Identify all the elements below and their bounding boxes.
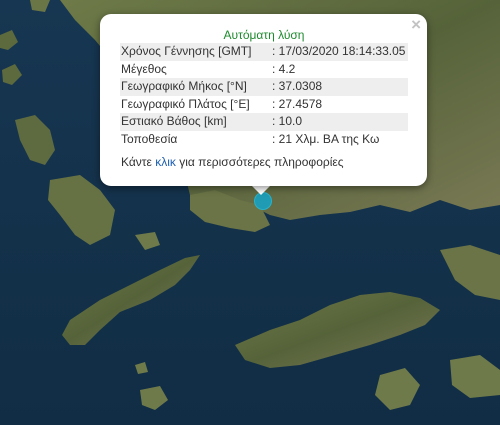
earthquake-info-popup: × Αυτόματη λύση Χρόνος Γέννησης [GMT] : … xyxy=(100,14,427,186)
info-value: : 27.4578 xyxy=(272,96,323,111)
info-value: : 4.2 xyxy=(272,61,296,76)
info-label: Τοποθεσία xyxy=(121,131,178,146)
info-row-depth: Εστιακό Βάθος [km] : 10.0 xyxy=(120,113,408,131)
info-label: Γεωγραφικό Πλάτος [°E] xyxy=(121,96,250,111)
close-icon[interactable]: × xyxy=(411,16,421,34)
info-row-latitude: Γεωγραφικό Πλάτος [°E] : 27.4578 xyxy=(120,96,408,114)
info-row-magnitude: Μέγεθος : 4.2 xyxy=(120,61,408,79)
info-value: : 37.0308 xyxy=(271,78,408,96)
more-info-suffix: για περισσότερες πληροφορίες xyxy=(175,155,344,169)
info-value: : 17/03/2020 18:14:33.05 xyxy=(271,43,408,61)
info-row-longitude: Γεωγραφικό Μήκος [°N] : 37.0308 xyxy=(120,78,408,96)
info-row-location: Τοποθεσία : 21 Χλμ. ΒΑ της Κω xyxy=(120,131,408,149)
info-label: Μέγεθος xyxy=(121,61,167,76)
info-label: Χρόνος Γέννησης [GMT] xyxy=(120,43,271,61)
info-row-time: Χρόνος Γέννησης [GMT] : 17/03/2020 18:14… xyxy=(120,43,408,61)
info-label: Γεωγραφικό Μήκος [°N] xyxy=(120,78,271,96)
more-info-line: Κάντε κλικ για περισσότερες πληροφορίες xyxy=(121,154,344,170)
more-info-prefix: Κάντε xyxy=(121,155,156,169)
popup-title: Αυτόματη λύση xyxy=(223,28,305,42)
info-value: : 10.0 xyxy=(271,113,408,131)
info-table: Χρόνος Γέννησης [GMT] : 17/03/2020 18:14… xyxy=(120,43,408,148)
more-info-link[interactable]: κλικ xyxy=(155,155,176,169)
info-label: Εστιακό Βάθος [km] xyxy=(120,113,271,131)
info-value: : 21 Χλμ. ΒΑ της Κω xyxy=(272,131,380,146)
